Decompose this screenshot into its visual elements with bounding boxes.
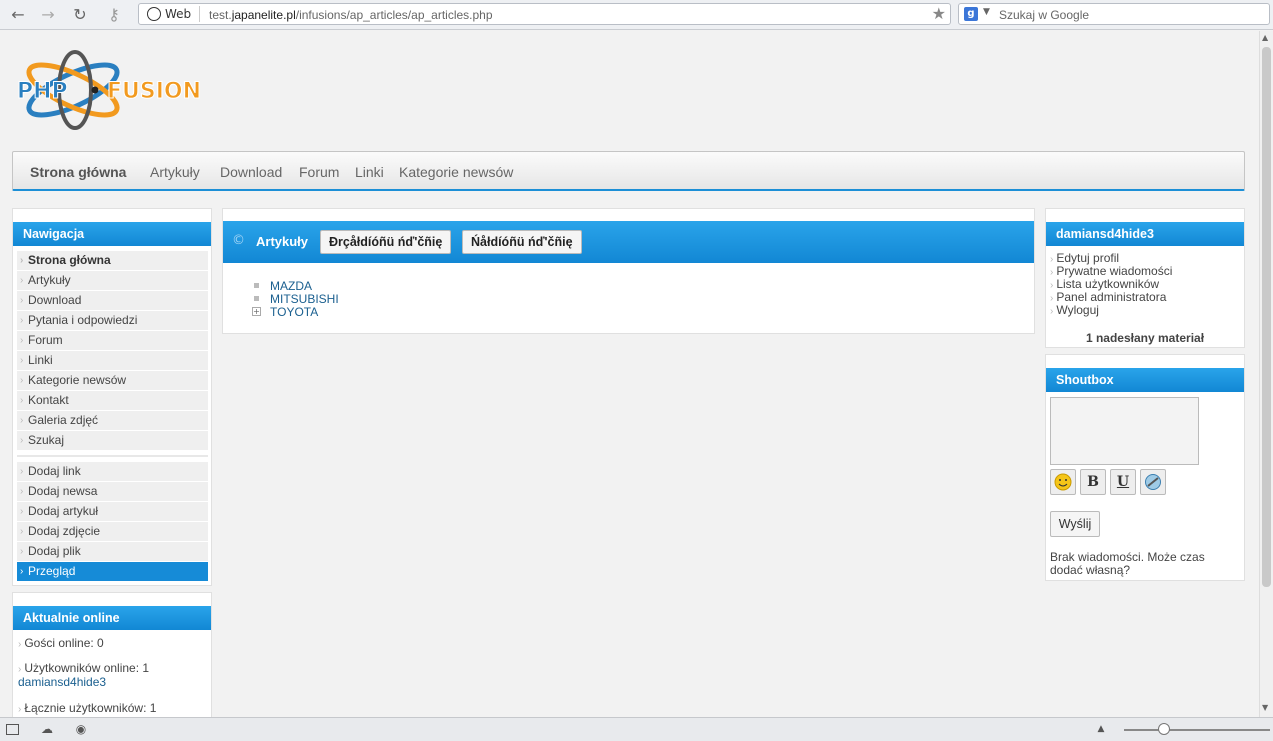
nav-item-gallery[interactable]: Galeria zdjęć [17,411,208,430]
nav-item-home[interactable]: Strona główna [17,251,208,270]
shoutbox-title: Shoutbox [1046,368,1244,392]
bold-button[interactable]: B [1080,469,1106,495]
navigation-list: Strona główna Artykuły Download Pytania … [17,251,208,451]
back-icon[interactable]: ← [8,5,28,25]
submit-list: Dodaj link Dodaj newsa Dodaj artykuł Dod… [17,462,208,582]
shoutbox-empty-message: Brak wiadomości. Może czas dodać własną? [1050,550,1205,577]
send-shout-button[interactable]: Wyślij [1050,511,1100,537]
link-button[interactable] [1140,469,1166,495]
navigation-panel-title: Nawigacja [13,222,211,246]
url-path: /infusions/ap_articles/ap_articles.php [295,8,493,22]
nav-item-submit-photo[interactable]: Dodaj zdjęcie [17,522,208,541]
triangle-up-icon[interactable]: ▲ [1094,722,1108,736]
url-prefix: test. [209,8,232,22]
nav-item-submit-news[interactable]: Dodaj newsa [17,482,208,501]
page-scrollbar[interactable]: ▲ ▼ [1259,31,1273,717]
header-button-2[interactable]: Ńåłdíóñü ńď'čñię [462,230,582,254]
search-bar[interactable]: g ▼ Szukaj w Google [958,3,1270,25]
navigation-panel: Nawigacja Strona główna Artykuły Downloa… [12,208,212,586]
google-icon[interactable]: g [964,7,978,21]
articles-header: © Artykuły Ðrçåłdíóñü ńď'čñię Ńåłdíóñü ń… [223,221,1034,263]
globe-icon [147,7,161,21]
url-domain: japanelite.pl [231,8,296,22]
nav-item-faq[interactable]: Pytania i odpowiedzi [17,311,208,330]
shoutbox-panel: Shoutbox [1045,354,1245,581]
users-online: Użytkowników online: 1 [18,661,149,675]
category-mitsubishi[interactable]: MITSUBISHI [270,292,339,306]
nav-item-articles[interactable]: Artykuły [17,271,208,290]
submissions-count[interactable]: 1 nadesłany materiał [1046,331,1244,345]
nav-item-overview[interactable]: Przegląd [17,562,208,581]
nav-item-search[interactable]: Szukaj [17,431,208,450]
expand-icon[interactable]: + [252,307,261,316]
admin-panel-link[interactable]: Panel administratora [1050,290,1166,304]
underline-button[interactable]: U [1110,469,1136,495]
top-menu-item-articles[interactable]: Artykuły [150,164,200,180]
private-messages-link[interactable]: Prywatne wiadomości [1050,264,1172,278]
nav-item-submit-article[interactable]: Dodaj artykuł [17,502,208,521]
category-mazda[interactable]: MAZDA [270,279,312,293]
url-text[interactable]: test.japanelite.pl/infusions/ap_articles… [209,7,493,23]
top-menu: Strona główna Artykuły Download Forum Li… [12,151,1245,191]
forward-icon[interactable]: → [38,5,58,25]
bullet-icon [254,283,259,288]
top-menu-item-home[interactable]: Strona główna [30,164,126,180]
zoom-slider-knob[interactable] [1158,723,1170,735]
total-users: Łącznie użytkowników: 1 [18,701,156,715]
reload-icon[interactable]: ↻ [70,5,90,25]
nav-item-news-categories[interactable]: Kategorie newsów [17,371,208,390]
panel-toggle-icon[interactable] [6,724,19,735]
chevron-down-icon[interactable]: ▼ [983,7,990,17]
browser-toolbar: ← → ↻ ⚷ Web test.japanelite.pl/infusions… [0,0,1273,30]
shout-message-input[interactable] [1050,397,1199,465]
search-placeholder: Szukaj w Google [999,8,1090,22]
php-fusion-logo[interactable]: PHP FUSION [15,50,235,130]
online-user-link[interactable]: damiansd4hide3 [18,675,106,689]
scrollbar-thumb[interactable] [1262,47,1271,587]
nav-divider [17,455,208,457]
top-menu-item-links[interactable]: Linki [355,164,384,180]
smiley-button[interactable] [1050,469,1076,495]
nav-item-submit-link[interactable]: Dodaj link [17,462,208,481]
zoom-slider[interactable] [1124,729,1270,731]
nav-item-forum[interactable]: Forum [17,331,208,350]
site-info-chip[interactable]: Web [143,6,201,22]
header-button-1[interactable]: Ðrçåłdíóñü ńď'čñię [320,230,452,254]
online-panel: Aktualnie online Gości online: 0 Użytkow… [12,592,212,722]
online-panel-title: Aktualnie online [13,606,211,630]
bookmark-star-icon[interactable]: ★ [932,4,946,23]
user-panel-title: damiansd4hide3 [1046,222,1244,246]
address-bar[interactable]: Web test.japanelite.pl/infusions/ap_arti… [138,3,951,25]
scroll-up-icon[interactable]: ▲ [1262,33,1268,42]
status-bar: ☁ ◉ ▲ [0,717,1273,741]
top-menu-item-download[interactable]: Download [220,164,282,180]
link-globe-icon [1145,474,1161,490]
guests-online: Gości online: 0 [18,636,103,650]
scroll-down-icon[interactable]: ▼ [1262,703,1268,712]
smiley-icon [1054,473,1072,491]
bullet-icon [254,296,259,301]
nav-item-contact[interactable]: Kontakt [17,391,208,410]
copyright-icon: © [232,233,245,248]
nav-item-download[interactable]: Download [17,291,208,310]
logout-link[interactable]: Wyloguj [1050,303,1099,317]
key-icon[interactable]: ⚷ [102,5,126,25]
top-menu-item-forum[interactable]: Forum [299,164,339,180]
nav-item-links[interactable]: Linki [17,351,208,370]
web-label: Web [165,7,192,21]
members-list-link[interactable]: Lista użytkowników [1050,277,1159,291]
articles-title: Artykuły [256,234,309,249]
edit-profile-link[interactable]: Edytuj profil [1050,251,1119,265]
svg-text:PHP: PHP [17,79,68,104]
cloud-icon[interactable]: ☁ [40,722,54,736]
category-toyota[interactable]: TOYOTA [270,305,318,319]
svg-text:FUSION: FUSION [107,79,201,104]
speed-dial-icon[interactable]: ◉ [74,722,88,736]
top-menu-item-news-categories[interactable]: Kategorie newsów [399,164,513,180]
nav-item-submit-file[interactable]: Dodaj plik [17,542,208,561]
